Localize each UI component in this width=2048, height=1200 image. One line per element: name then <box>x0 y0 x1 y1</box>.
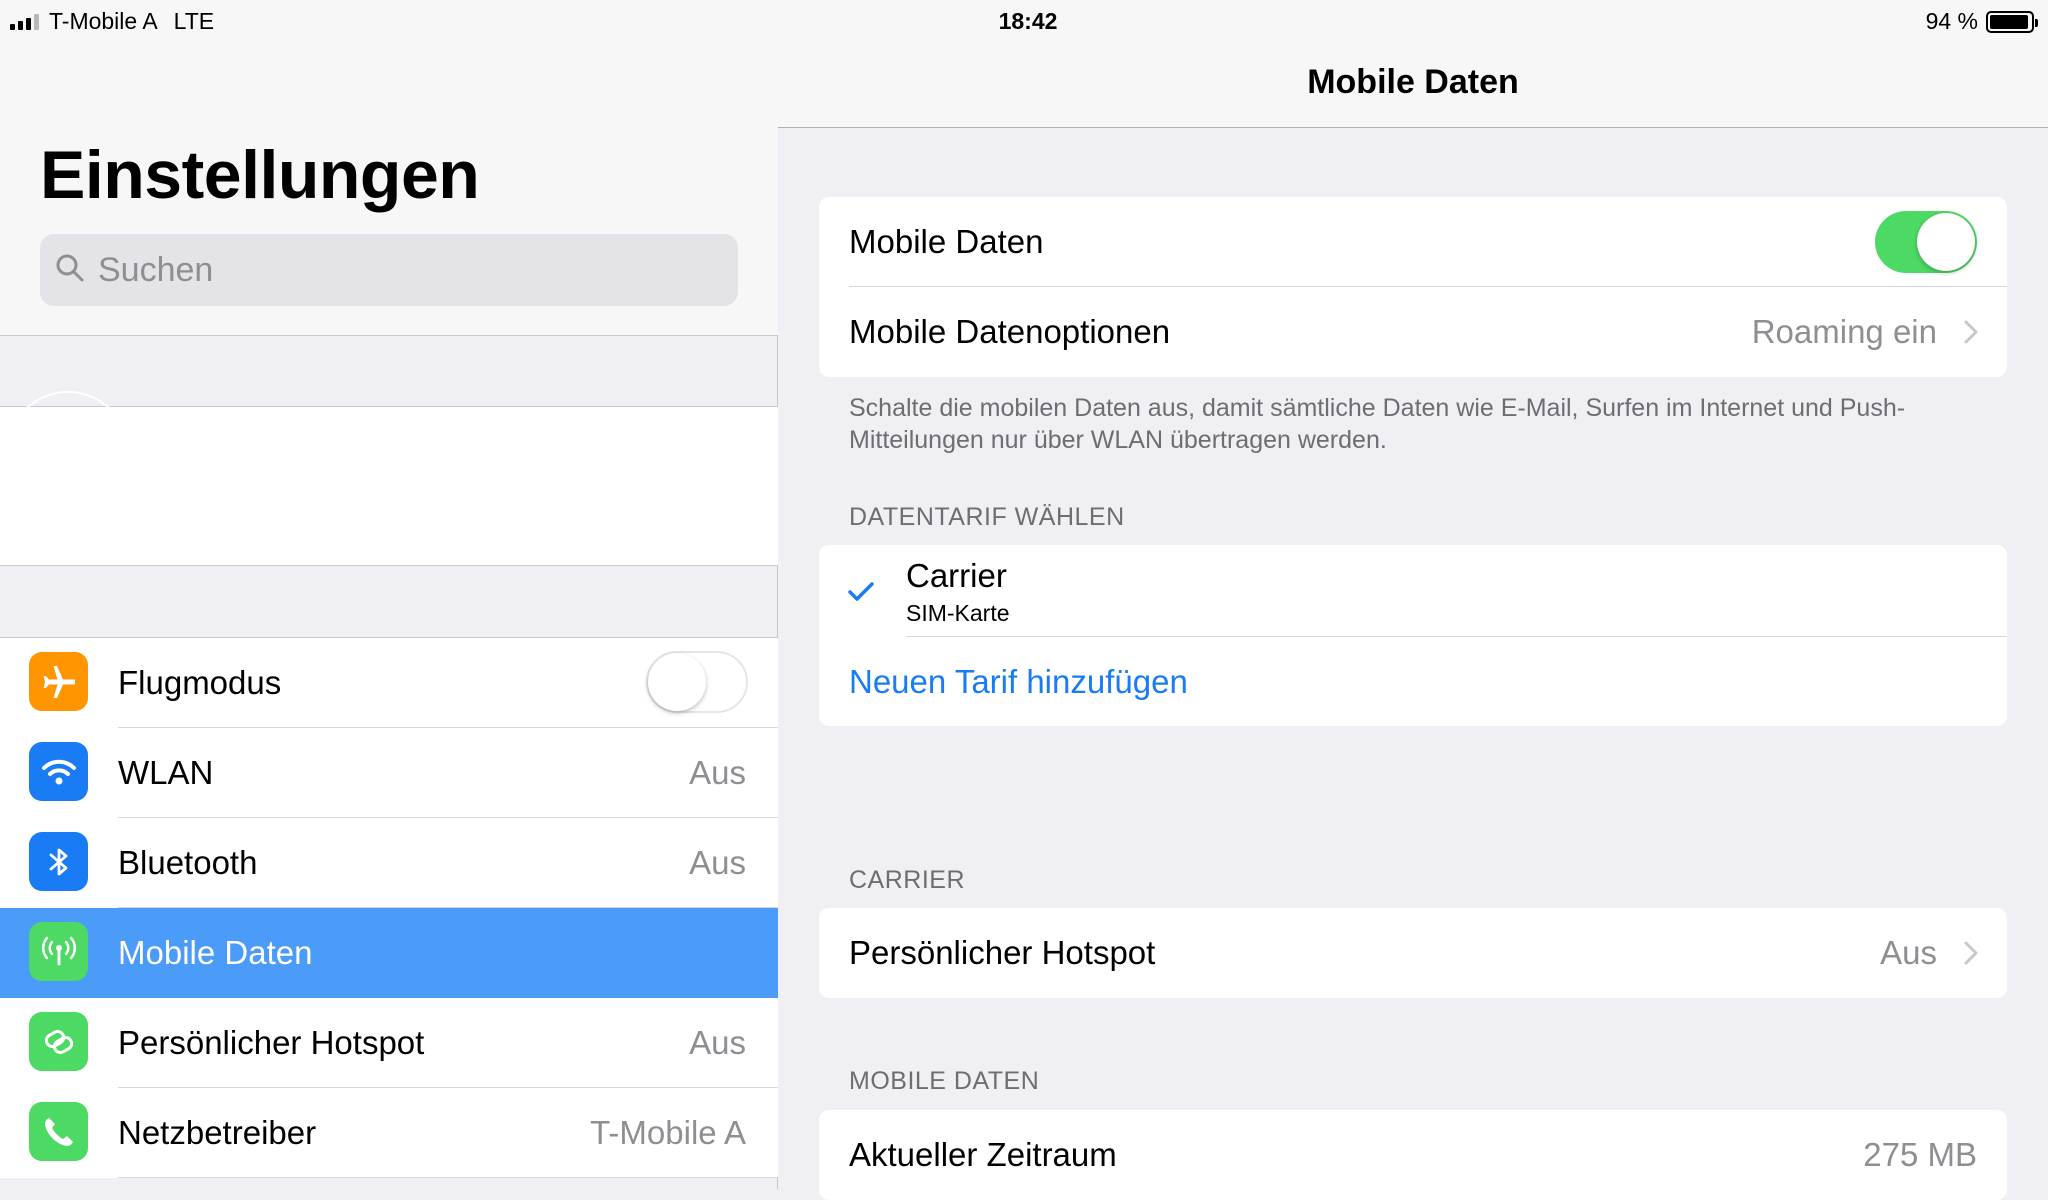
status-bar: T-Mobile A LTE 18:42 94 % <box>0 0 2048 40</box>
chevron-right-icon <box>1964 320 1978 344</box>
battery-icon <box>1986 10 2038 33</box>
carrier-section-header: CARRIER <box>849 866 966 894</box>
cellular-antenna-icon <box>29 922 88 981</box>
settings-sidebar: Einstellungen Suchen Flugmodus WLAN Aus <box>0 0 778 1189</box>
add-plan-row[interactable]: Neuen Tarif hinzufügen <box>819 637 2007 726</box>
sidebar-item-value: Aus <box>689 1024 746 1061</box>
sidebar-item-label: Persönlicher Hotspot <box>118 1024 425 1061</box>
sidebar-item-bluetooth[interactable]: Bluetooth Aus <box>0 818 778 908</box>
sidebar-item-label: Flugmodus <box>118 664 282 701</box>
sidebar-item-mobile-daten[interactable]: Mobile Daten <box>0 908 778 998</box>
sidebar-item-label: Netzbetreiber <box>118 1114 317 1151</box>
avatar <box>6 391 130 515</box>
battery-percentage: 94 % <box>1925 8 1978 34</box>
sidebar-item-hotspot[interactable]: Persönlicher Hotspot Aus <box>0 998 778 1088</box>
options-value: Roaming ein <box>1751 313 1937 350</box>
hotspot-row[interactable]: Persönlicher Hotspot Aus <box>819 908 2007 998</box>
plan-section-header: DATENTARIF WÄHLEN <box>849 503 1125 531</box>
hotspot-link-icon <box>29 1012 88 1071</box>
airplane-mode-toggle[interactable] <box>646 651 748 713</box>
usage-section-header: MOBILE DATEN <box>849 1067 1040 1095</box>
sidebar-item-wlan[interactable]: WLAN Aus <box>0 728 778 818</box>
hotspot-value: Aus <box>1880 934 1937 971</box>
clock: 18:42 <box>998 8 1058 34</box>
airplane-icon <box>29 652 88 711</box>
period-label: Aktueller Zeitraum <box>849 1136 1117 1173</box>
mobile-data-card: Mobile Daten Mobile Datenoptionen Roamin… <box>819 197 2007 377</box>
mobile-data-row: Mobile Daten <box>819 197 2007 287</box>
sidebar-item-flugmodus[interactable]: Flugmodus <box>0 638 778 728</box>
sidebar-item-label: Bluetooth <box>118 844 258 881</box>
detail-pane: Mobile Daten Mobile Daten Mobile Datenop… <box>778 0 2048 1200</box>
sidebar-item-value: Aus <box>689 844 746 881</box>
usage-card: Aktueller Zeitraum 275 MB <box>819 1110 2007 1200</box>
sidebar-item-value: T-Mobile A <box>590 1114 746 1151</box>
checkmark-icon <box>848 582 874 601</box>
hotspot-label: Persönlicher Hotspot <box>849 934 1156 971</box>
period-value: 275 MB <box>1863 1136 1977 1173</box>
carrier-card: Persönlicher Hotspot Aus <box>819 908 2007 998</box>
sidebar-item-label: Mobile Daten <box>118 934 313 971</box>
mobile-data-footnote: Schalte die mobilen Daten aus, damit säm… <box>849 394 1906 454</box>
sidebar-item-label: WLAN <box>118 754 214 791</box>
mobile-data-label: Mobile Daten <box>849 223 1044 260</box>
sidebar-header: Einstellungen Suchen <box>0 0 778 336</box>
search-placeholder: Suchen <box>98 250 214 289</box>
add-plan-link[interactable]: Neuen Tarif hinzufügen <box>849 663 1188 701</box>
plan-row[interactable]: Carrier SIM-Karte <box>819 545 2007 637</box>
sidebar-item-netzbetreiber[interactable]: Netzbetreiber T-Mobile A <box>0 1088 778 1178</box>
mobile-data-options-row[interactable]: Mobile Datenoptionen Roaming ein <box>819 287 2007 377</box>
search-icon <box>54 252 86 289</box>
phone-icon <box>29 1102 88 1161</box>
sidebar-item-value: Aus <box>689 754 746 791</box>
mobile-data-toggle[interactable] <box>1875 211 1977 273</box>
page-title: Einstellungen <box>40 137 480 213</box>
wifi-icon <box>29 742 88 801</box>
plan-sub: SIM-Karte <box>906 600 1010 626</box>
search-field[interactable]: Suchen <box>40 234 738 306</box>
chevron-right-icon <box>1964 941 1978 965</box>
apple-id-profile-row[interactable] <box>0 391 778 566</box>
options-label: Mobile Datenoptionen <box>849 313 1171 350</box>
bluetooth-icon <box>29 832 88 891</box>
nav-title: Mobile Daten <box>1307 63 1519 101</box>
plan-name: Carrier <box>906 557 1007 594</box>
plan-card: Carrier SIM-Karte Neuen Tarif hinzufügen <box>819 545 2007 726</box>
settings-list: Flugmodus WLAN Aus Bluetooth Aus Mobile … <box>0 637 778 1178</box>
current-period-row: Aktueller Zeitraum 275 MB <box>819 1110 2007 1200</box>
